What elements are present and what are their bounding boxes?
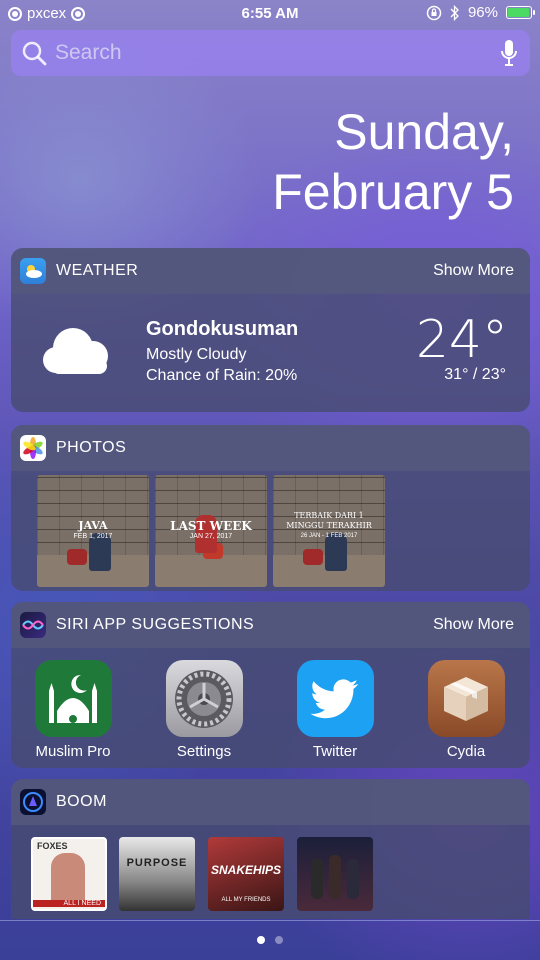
page-indicator[interactable] <box>0 936 540 944</box>
app-name: Settings <box>176 743 232 760</box>
date-weekday: Sunday, <box>334 104 514 160</box>
photo-title: JAVA <box>78 519 108 532</box>
album-label-top: FOXES <box>37 841 68 851</box>
app-settings[interactable]: Settings <box>154 660 254 760</box>
siri-body: Muslim Pro Settings Twitter Cydia <box>11 648 530 768</box>
album-cover-1[interactable]: FOXES ALL I NEED <box>31 837 107 911</box>
photo-title: TERBAIK DARI 1 MINGGU TERAKHIR <box>286 511 372 530</box>
siri-header[interactable]: SIRI APP SUGGESTIONS Show More <box>11 602 530 648</box>
app-cydia[interactable]: Cydia <box>416 660 516 760</box>
gear-icon <box>165 660 243 737</box>
album-cover-2[interactable]: PURPOSE <box>119 837 195 911</box>
photos-widget[interactable]: PHOTOS JAVA FEB 1, 2017 LAST WEEK JAN 27… <box>11 425 530 591</box>
photo-subtitle: 26 JAN - 1 FEB 2017 <box>300 533 358 539</box>
weather-rain-chance: Chance of Rain: 20% <box>146 367 298 384</box>
album-art <box>311 859 323 899</box>
album-label-bottom: ALL I NEED <box>33 900 105 907</box>
boom-widget[interactable]: BOOM FOXES ALL I NEED PURPOSE SNAKEHIPS … <box>11 779 530 919</box>
bluetooth-icon <box>450 4 459 21</box>
date-heading: Sunday, February 5 <box>272 102 514 222</box>
search-icon <box>22 41 47 66</box>
photo-title: LAST WEEK <box>170 519 252 533</box>
photo-bag <box>303 549 323 565</box>
app-twitter[interactable]: Twitter <box>285 660 385 760</box>
siri-title: SIRI APP SUGGESTIONS <box>56 616 255 633</box>
album-art <box>347 859 359 899</box>
weather-location: Gondokusuman <box>146 318 299 340</box>
album-label-top: SNAKEHIPS <box>210 863 281 877</box>
photo-bag <box>67 549 87 565</box>
weather-app-icon <box>20 258 46 284</box>
battery-fill <box>508 8 530 17</box>
boom-app-icon <box>20 789 46 815</box>
photos-title: PHOTOS <box>56 439 127 456</box>
photo-memory-1[interactable]: JAVA FEB 1, 2017 <box>37 475 149 587</box>
album-art <box>329 855 341 899</box>
album-art <box>51 853 85 905</box>
cloud-icon <box>43 328 108 374</box>
app-muslim-pro[interactable]: Muslim Pro <box>23 660 123 760</box>
app-name: Twitter <box>312 743 358 760</box>
status-bar: pxcex 6:55 AM 96% <box>0 0 540 28</box>
weather-title: WEATHER <box>56 262 139 279</box>
photo-memory-3[interactable]: TERBAIK DARI 1 MINGGU TERAKHIR 26 JAN - … <box>273 475 385 587</box>
album-cover-3[interactable]: SNAKEHIPS ALL MY FRIENDS <box>208 837 284 911</box>
microphone-icon[interactable] <box>500 39 518 67</box>
album-label-bottom: ALL MY FRIENDS <box>221 897 271 903</box>
weather-condition: Mostly Cloudy <box>146 346 247 363</box>
weather-range: 31° / 23° <box>444 366 506 383</box>
weather-body: Gondokusuman Mostly Cloudy Chance of Rai… <box>11 294 530 412</box>
boom-body: FOXES ALL I NEED PURPOSE SNAKEHIPS ALL M… <box>11 825 530 919</box>
siri-suggestions-widget[interactable]: SIRI APP SUGGESTIONS Show More Muslim Pr… <box>11 602 530 768</box>
weather-temperature: 24° <box>415 310 508 370</box>
weather-header[interactable]: WEATHER Show More <box>11 248 530 294</box>
album-cover-4[interactable] <box>297 837 373 911</box>
photos-app-icon <box>20 435 46 461</box>
weather-show-more-button[interactable]: Show More <box>433 262 514 280</box>
mosque-icon <box>34 660 112 737</box>
photos-body: JAVA FEB 1, 2017 LAST WEEK JAN 27, 2017 … <box>11 471 530 591</box>
photo-ground <box>155 555 267 587</box>
page-dot-1[interactable] <box>257 936 265 944</box>
siri-show-more-button[interactable]: Show More <box>433 616 514 634</box>
photos-header[interactable]: PHOTOS <box>11 425 530 471</box>
box-icon <box>427 660 505 737</box>
photo-memory-2[interactable]: LAST WEEK JAN 27, 2017 <box>155 475 267 587</box>
battery-icon <box>506 6 535 19</box>
page-dot-2[interactable] <box>275 936 283 944</box>
bottom-divider <box>0 920 540 921</box>
search-input[interactable]: Search <box>55 41 500 65</box>
boom-header[interactable]: BOOM <box>11 779 530 825</box>
weather-widget[interactable]: WEATHER Show More Gondokusuman Mostly Cl… <box>11 248 530 412</box>
boom-title: BOOM <box>56 793 107 810</box>
photo-subtitle: JAN 27, 2017 <box>189 533 233 540</box>
album-label-top: PURPOSE <box>126 857 188 869</box>
app-name: Cydia <box>446 743 486 760</box>
date-month-day: February 5 <box>272 164 514 220</box>
battery-percent: 96% <box>467 4 498 21</box>
bird-icon <box>296 660 374 737</box>
siri-app-icon <box>20 612 46 638</box>
status-right: 96% <box>426 4 535 21</box>
search-bar[interactable]: Search <box>11 30 530 76</box>
photo-subtitle: FEB 1, 2017 <box>73 533 113 540</box>
app-name: Muslim Pro <box>35 743 111 760</box>
rotation-lock-icon <box>426 5 442 20</box>
